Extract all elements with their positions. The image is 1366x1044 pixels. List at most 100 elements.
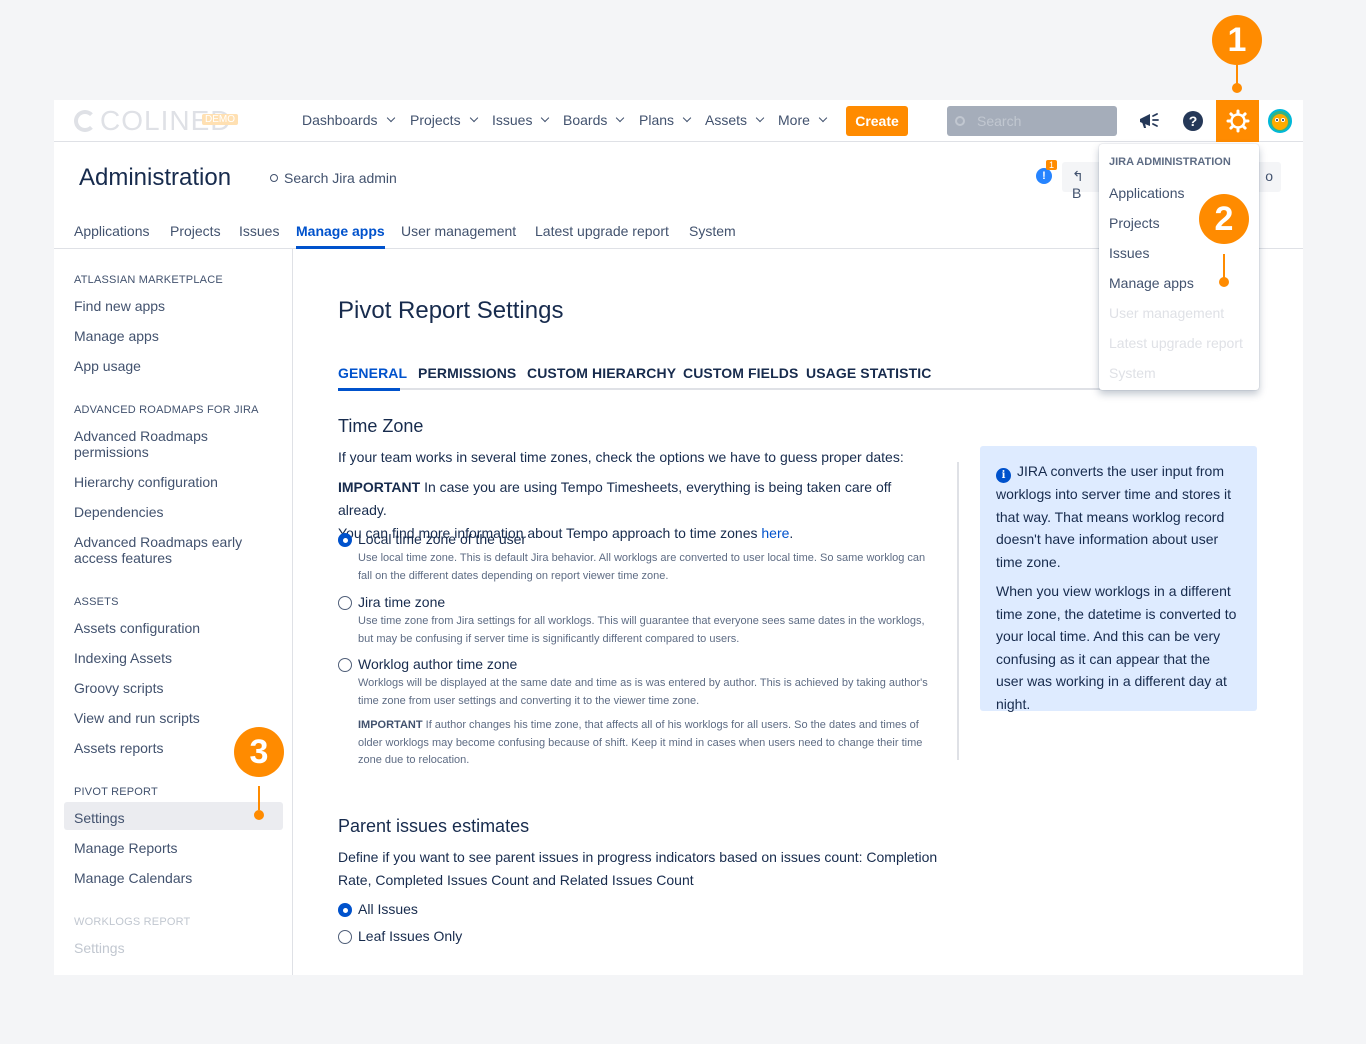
radio-local-timezone[interactable] (338, 533, 352, 547)
announcements-button[interactable] (1134, 106, 1164, 136)
avatar-face-icon (1272, 114, 1288, 130)
notification-badge: 1 (1046, 160, 1058, 170)
global-search[interactable] (947, 106, 1117, 136)
chevron-down-icon (386, 113, 395, 123)
radio-label[interactable]: Jira time zone (358, 594, 445, 610)
radio-label[interactable]: Leaf Issues Only (358, 928, 462, 944)
sidebar-item-groovy-scripts[interactable]: Groovy scripts (74, 680, 274, 696)
sidebar-item-find-new-apps[interactable]: Find new apps (74, 298, 274, 314)
chevron-down-icon (818, 113, 828, 123)
tempo-link[interactable]: here (761, 525, 789, 541)
tab-manage-apps[interactable]: Manage apps (296, 223, 385, 249)
tab-user-management[interactable]: User management (401, 223, 516, 239)
top-navigation: COLINED DEMO Dashboards Projects Issues … (54, 100, 1303, 142)
chevron-down-icon (682, 113, 692, 123)
back-label: B (1072, 185, 1082, 201)
tempo-info-end: . (789, 525, 794, 541)
radio-worklog-author-timezone[interactable] (338, 658, 352, 672)
nav-boards[interactable]: Boards (563, 112, 625, 128)
nav-projects[interactable]: Projects (410, 112, 478, 128)
important-text: In case you are using Tempo Timesheets, … (338, 479, 892, 518)
callout-dot (254, 810, 264, 820)
admin-search[interactable]: Search Jira admin (270, 170, 397, 186)
nav-label: Projects (410, 112, 461, 128)
tab-projects[interactable]: Projects (170, 223, 221, 239)
tab-issues[interactable]: Issues (239, 223, 279, 239)
radio-jira-timezone[interactable] (338, 596, 352, 610)
tab-custom-hierarchy[interactable]: CUSTOM HIERARCHY (527, 365, 676, 381)
timezone-intro: If your team works in several time zones… (338, 449, 904, 465)
callout-badge-1: 1 (1212, 15, 1262, 65)
vertical-divider (957, 462, 959, 760)
create-button[interactable]: Create (846, 106, 908, 136)
avatar[interactable] (1268, 109, 1292, 133)
dropdown-item-system[interactable]: System (1109, 365, 1156, 381)
nav-plans[interactable]: Plans (639, 112, 692, 128)
dropdown-item-manage-apps[interactable]: Manage apps (1109, 275, 1194, 291)
chevron-down-icon (755, 113, 765, 123)
info-panel: i JIRA converts the user input from workl… (980, 446, 1257, 712)
info-icon: i (996, 468, 1011, 483)
dropdown-item-latest-upgrade-report[interactable]: Latest upgrade report (1109, 335, 1243, 351)
sidebar: ATLASSIAN MARKETPLACE Find new apps Mana… (54, 249, 293, 975)
tab-general[interactable]: GENERAL (338, 365, 407, 381)
sidebar-item-worklogs-settings[interactable]: Settings (74, 940, 274, 956)
parent-estimates-title: Parent issues estimates (338, 816, 530, 836)
search-icon (955, 116, 965, 126)
settings-title: Pivot Report Settings (338, 297, 564, 324)
radio-label[interactable]: Worklog author time zone (358, 656, 517, 672)
dropdown-item-issues[interactable]: Issues (1109, 245, 1149, 261)
sidebar-item-dependencies[interactable]: Dependencies (74, 504, 274, 520)
sidebar-item-roadmaps-early-access[interactable]: Advanced Roadmaps early access features (74, 534, 254, 566)
sidebar-item-view-run-scripts[interactable]: View and run scripts (74, 710, 274, 726)
tabs-divider (338, 388, 1115, 390)
logo-icon (74, 110, 96, 132)
tab-latest-upgrade-report[interactable]: Latest upgrade report (535, 223, 669, 239)
nav-label: Dashboards (302, 112, 378, 128)
radio-all-issues[interactable] (338, 903, 352, 917)
nav-more[interactable]: More (778, 112, 828, 128)
tab-permissions[interactable]: PERMISSIONS (418, 365, 516, 381)
nav-issues[interactable]: Issues (492, 112, 550, 128)
radio-important-note: IMPORTANT If author changes his time zon… (358, 717, 928, 770)
sidebar-section-title: ATLASSIAN MARKETPLACE (74, 274, 223, 286)
help-button[interactable]: ? (1178, 106, 1208, 136)
sidebar-item-app-usage[interactable]: App usage (74, 358, 274, 374)
callout-line (1236, 65, 1238, 85)
dropdown-item-projects[interactable]: Projects (1109, 215, 1160, 231)
radio-label[interactable]: All Issues (358, 901, 418, 917)
timezone-title: Time Zone (338, 416, 424, 436)
tab-system[interactable]: System (689, 223, 736, 239)
sidebar-item-roadmaps-permissions[interactable]: Advanced Roadmaps permissions (74, 428, 234, 460)
dropdown-item-applications[interactable]: Applications (1109, 185, 1185, 201)
admin-dropdown-menu: JIRA ADMINISTRATION Applications Project… (1099, 144, 1259, 390)
sidebar-item-indexing-assets[interactable]: Indexing Assets (74, 650, 274, 666)
nav-label: Assets (705, 112, 748, 128)
svg-text:?: ? (1189, 113, 1198, 129)
sidebar-item-manage-calendars[interactable]: Manage Calendars (74, 870, 274, 886)
sidebar-item-manage-reports[interactable]: Manage Reports (74, 840, 274, 856)
radio-label[interactable]: Local time zone of the user (358, 531, 526, 547)
settings-button[interactable] (1216, 100, 1259, 142)
active-tab-indicator (338, 388, 400, 391)
notification-icon[interactable]: ! (1036, 168, 1052, 184)
sidebar-section-title: ASSETS (74, 596, 119, 608)
help-icon: ? (1183, 111, 1203, 131)
sidebar-item-manage-apps[interactable]: Manage apps (74, 328, 274, 344)
tab-applications[interactable]: Applications (74, 223, 150, 239)
callout-dot (1219, 277, 1229, 287)
sidebar-item-settings[interactable]: Settings (74, 810, 274, 826)
tab-usage-statistic[interactable]: USAGE STATISTIC (806, 365, 931, 381)
radio-leaf-issues[interactable] (338, 930, 352, 944)
nav-assets[interactable]: Assets (705, 112, 765, 128)
logo-demo-badge: DEMO (202, 114, 238, 125)
tab-custom-fields[interactable]: CUSTOM FIELDS (683, 365, 798, 381)
search-input[interactable] (977, 113, 1097, 129)
sidebar-item-assets-configuration[interactable]: Assets configuration (74, 620, 274, 636)
dropdown-item-user-management[interactable]: User management (1109, 305, 1224, 321)
sidebar-item-hierarchy-configuration[interactable]: Hierarchy configuration (74, 474, 274, 490)
radio-description: Use local time zone. This is default Jir… (358, 552, 926, 582)
nav-dashboards[interactable]: Dashboards (302, 112, 395, 128)
sidebar-section-title: PIVOT REPORT (74, 786, 158, 798)
callout-dot (1232, 83, 1242, 93)
